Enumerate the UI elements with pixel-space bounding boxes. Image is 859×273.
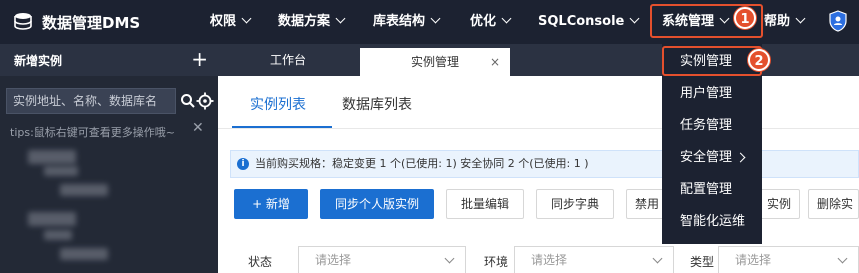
status-select[interactable]: 请选择 (298, 246, 466, 273)
instance-item-blurred[interactable] (60, 184, 108, 196)
subtab-instance-list[interactable]: 实例列表 (250, 94, 306, 114)
select-placeholder: 请选择 (315, 253, 352, 267)
top-navigation-bar: 数据管理DMS 权限 数据方案 库表结构 优化 SQLConsole 系统管理 … (0, 0, 859, 44)
notice-text: 当前购买规格：稳定变更 1 个(已使用: 1) 安全协同 2 个(已使用: 1 … (255, 157, 589, 170)
app-title: 数据管理DMS (42, 13, 141, 32)
sidebar-title[interactable]: 新增实例 (14, 52, 62, 69)
nav-label: 帮助 (764, 14, 791, 29)
user-shield-icon[interactable] (828, 10, 848, 32)
step-badge-2: 2 (748, 49, 770, 71)
chevron-right-icon (735, 152, 746, 163)
instance-sidebar: 新增实例 + 实例地址、名称、数据库名 tips:鼠标右键可查看更多操作哦~ ✕ (0, 44, 218, 273)
environment-select[interactable]: 请选择 (514, 246, 674, 273)
tab-label: 实例管理 (410, 55, 459, 69)
tab-workbench[interactable]: 工作台 (218, 44, 358, 76)
menu-item-instance-management[interactable]: 实例管理 (662, 46, 762, 78)
instance-item-blurred[interactable] (28, 150, 76, 164)
env-filter-label: 环境 (484, 255, 509, 269)
menu-item-config-management[interactable]: 配置管理 (662, 174, 762, 206)
step-badge-1: 1 (734, 7, 756, 29)
menu-item-task-management[interactable]: 任务管理 (662, 110, 762, 142)
type-filter-label: 类型 (690, 255, 715, 269)
nav-label: 库表结构 (373, 14, 426, 29)
instance-item-blurred[interactable] (28, 212, 76, 226)
tab-instance-management[interactable]: 实例管理 × (360, 48, 510, 76)
chevron-down-icon (629, 13, 640, 24)
subtab-database-list[interactable]: 数据库列表 (342, 94, 412, 114)
sync-personal-instance-button[interactable]: 同步个人版实例 (320, 189, 434, 219)
system-management-dropdown: 实例管理 用户管理 任务管理 安全管理 配置管理 智能化运维 (662, 44, 762, 244)
nav-optimize[interactable]: 优化 (470, 0, 512, 44)
chevron-down-icon (444, 253, 455, 264)
nav-help[interactable]: 帮助 (764, 0, 806, 44)
chevron-down-icon (837, 253, 848, 264)
delete-instance-button[interactable]: 删除实 (808, 189, 859, 219)
main-content: 实例列表 数据库列表 i 当前购买规格：稳定变更 1 个(已使用: 1) 安全协… (218, 76, 859, 273)
divider (218, 128, 859, 129)
nav-schema[interactable]: 库表结构 (373, 0, 441, 44)
select-placeholder: 请选择 (531, 253, 568, 267)
select-placeholder: 请选择 (735, 253, 772, 267)
chevron-down-icon (430, 13, 441, 24)
locate-icon[interactable] (196, 92, 214, 110)
instance-item-blurred[interactable] (44, 230, 72, 240)
type-select[interactable]: 请选择 (718, 246, 859, 273)
nav-label: 权限 (210, 14, 237, 29)
nav-permissions[interactable]: 权限 (210, 0, 252, 44)
info-icon: i (237, 158, 249, 170)
chevron-down-icon (652, 253, 663, 264)
close-icon[interactable]: ✕ (192, 120, 204, 136)
nav-label: 优化 (470, 14, 497, 29)
sync-dictionary-button[interactable]: 同步字典 (536, 189, 614, 219)
database-icon (14, 13, 32, 30)
plus-icon[interactable]: + (191, 48, 208, 70)
instance-item-blurred[interactable] (60, 248, 108, 260)
menu-item-intelligent-ops[interactable]: 智能化运维 (662, 206, 762, 238)
batch-edit-button[interactable]: 批量编辑 (446, 189, 524, 219)
add-instance-button[interactable]: + 新增 (234, 189, 308, 219)
menu-item-user-management[interactable]: 用户管理 (662, 78, 762, 110)
nav-sqlconsole[interactable]: SQLConsole (538, 0, 640, 44)
instance-item-blurred[interactable] (44, 166, 78, 176)
nav-label: 数据方案 (278, 14, 331, 29)
chevron-down-icon (795, 13, 806, 24)
instance-search-input[interactable]: 实例地址、名称、数据库名 (6, 88, 176, 114)
menu-item-label: 安全管理 (680, 150, 733, 165)
app-logo[interactable]: 数据管理DMS (12, 10, 140, 34)
sidebar-tips: tips:鼠标右键可查看更多操作哦~ (10, 126, 176, 139)
plan-notice-banner: i 当前购买规格：稳定变更 1 个(已使用: 1) 安全协同 2 个(已使用: … (230, 150, 859, 178)
chevron-down-icon (335, 13, 346, 24)
status-filter-label: 状态 (248, 255, 273, 269)
nav-data-solutions[interactable]: 数据方案 (278, 0, 346, 44)
chevron-down-icon (241, 13, 252, 24)
search-icon[interactable] (180, 93, 196, 109)
chevron-down-icon (501, 13, 512, 24)
close-icon[interactable]: × (490, 48, 500, 76)
nav-label: SQLConsole (538, 14, 625, 29)
sidebar-header: 新增实例 + (0, 44, 218, 76)
menu-item-security-management[interactable]: 安全管理 (662, 142, 762, 174)
